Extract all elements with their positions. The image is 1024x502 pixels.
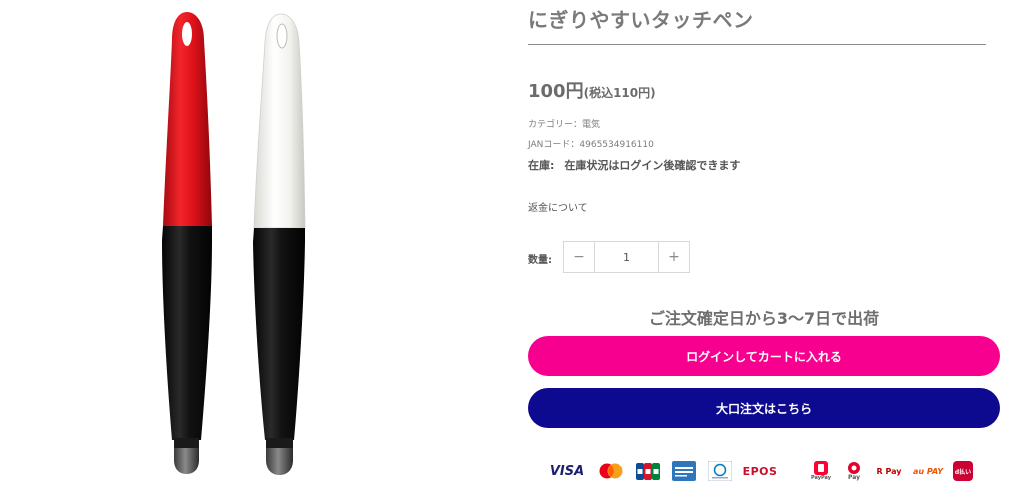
product-price: 100円(税込110円)	[528, 77, 656, 103]
quantity-decrease-button[interactable]: −	[564, 242, 595, 272]
login-add-to-cart-button[interactable]: ログインしてカートに入れる	[528, 336, 1000, 376]
stock-label: 在庫:	[528, 159, 555, 172]
product-jan-code: JANコード：4965534916110	[528, 140, 654, 150]
quantity-label: 数量:	[528, 255, 552, 266]
price-main: 100円	[528, 81, 584, 102]
paypay-logo: PayPay	[810, 458, 832, 484]
d-barai-logo: d払い	[952, 458, 974, 484]
product-photo	[162, 12, 306, 475]
payment-methods: VISA EPOS PayPay Pay R Pay au PAY d払い	[548, 458, 978, 484]
mastercard-icon	[599, 463, 623, 479]
title-divider	[528, 44, 986, 45]
product-title: にぎりやすいタッチペン	[528, 8, 754, 32]
rakuten-pay-logo: R Pay	[876, 466, 902, 476]
red-touch-pen	[162, 12, 212, 474]
stock-status: 在庫: 在庫状況はログイン後確認できます	[528, 157, 740, 173]
paypay-icon	[814, 461, 828, 475]
epos-logo: EPOS	[742, 464, 778, 478]
jcb-logo	[636, 458, 660, 484]
white-touch-pen	[253, 13, 306, 475]
refund-link[interactable]: 返金について	[528, 199, 588, 214]
stock-value: 在庫状況はログイン後確認できます	[564, 159, 741, 172]
amex-logo	[672, 458, 696, 484]
quantity-stepper: − 1 +	[563, 241, 690, 273]
mastercard-logo	[598, 458, 624, 484]
product-category: カテゴリー：電気	[528, 120, 601, 130]
diners-club-icon	[708, 461, 732, 481]
au-pay-logo: au PAY	[912, 466, 944, 476]
product-image-gallery	[0, 0, 470, 502]
shipping-note: ご注文確定日から3〜7日で出荷	[648, 309, 880, 328]
d-barai-icon: d払い	[953, 461, 973, 481]
pay-logo: Pay	[844, 458, 864, 484]
quantity-input[interactable]: 1	[595, 242, 658, 272]
visa-logo: VISA	[549, 463, 585, 479]
jcb-icon	[636, 462, 660, 480]
quantity-increase-button[interactable]: +	[658, 242, 689, 272]
bulk-order-button[interactable]: 大口注文はこちら	[528, 388, 1000, 428]
diners-club-logo	[708, 458, 732, 484]
amex-icon	[672, 461, 696, 481]
pay-icon	[848, 461, 860, 474]
price-tax-included: (税込110円)	[583, 86, 656, 100]
